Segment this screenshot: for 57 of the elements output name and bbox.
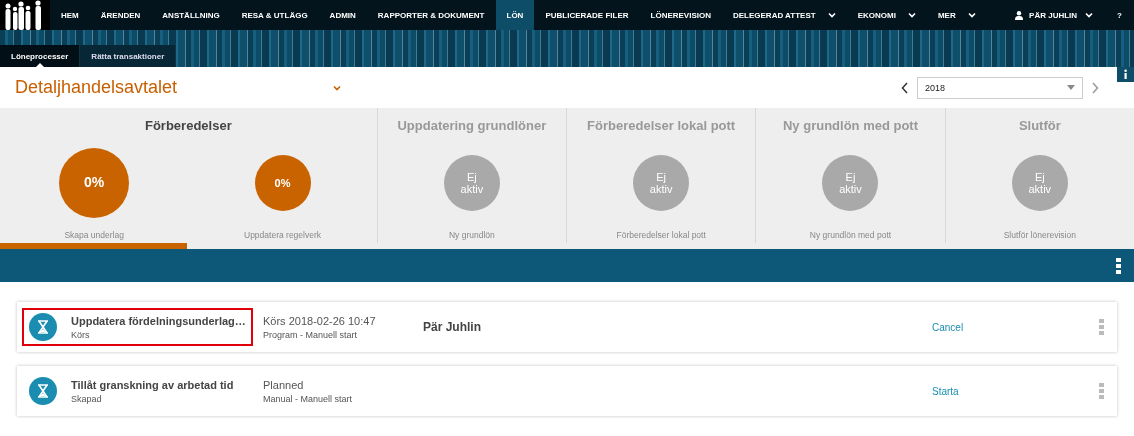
help-link[interactable]: ? (1103, 0, 1134, 30)
nav-tab[interactable]: MER (926, 0, 987, 30)
info-icon[interactable] (1117, 67, 1134, 82)
person-icon (1015, 10, 1024, 20)
task-status: Körs (71, 329, 91, 340)
nav-tab[interactable]: DELEGERAD ATTEST (721, 0, 847, 30)
task-schedule: Körs 2018-02-26 10:47 (263, 314, 377, 327)
progress-circle: Ej aktiv (633, 155, 690, 211)
task-status: Skapad (71, 393, 103, 404)
nav-tab[interactable]: ÄRENDEN (89, 0, 152, 30)
task-action-link[interactable]: Starta (932, 385, 959, 397)
hourglass-icon (29, 377, 57, 405)
stage-title: Förberedelser lokal pott (586, 118, 737, 135)
step-label: Skapa underlag (64, 230, 124, 240)
task-action-link[interactable]: Cancel (932, 321, 964, 333)
chevron-left-icon[interactable] (901, 81, 909, 94)
nav-tab[interactable]: ADMIN (318, 0, 367, 30)
nav-tab[interactable]: EKONOMI (846, 0, 927, 30)
stage-title: Ny grundlön med pott (781, 118, 919, 135)
caret-icon (1067, 85, 1075, 90)
step-label: Ny grundlön med pott (809, 230, 892, 240)
chevron-right-icon[interactable] (1091, 81, 1099, 94)
progress-circle: Ej aktiv (1011, 155, 1068, 211)
task-user: Pär Juhlin (423, 320, 481, 334)
chevron-down-icon (333, 84, 341, 91)
nav-tab[interactable]: LÖNEREVISION (639, 0, 722, 30)
task-title: Tillåt granskning av arbetad tid (71, 378, 234, 391)
more-options-icon[interactable] (1116, 257, 1121, 274)
sub-tab[interactable]: Löneprocesser (0, 45, 81, 67)
task-trigger: Manual - Manuell start (263, 393, 354, 404)
step-label: Ny grundlön (448, 230, 495, 240)
hourglass-icon (29, 313, 57, 341)
people-silhouette-logo (0, 0, 50, 30)
nav-tab[interactable]: PUBLICERADE FILER (534, 0, 640, 30)
progress-circle: 0% (59, 148, 130, 218)
step-label: Uppdatera regelverk (244, 230, 321, 240)
step-label: Slutför lönerevision (1003, 230, 1076, 240)
nav-tab[interactable]: RESA & UTLÄGG (230, 0, 319, 30)
stage-title: Förberedelser (144, 118, 233, 135)
progress-circle: 0% (254, 155, 311, 211)
task-schedule: Planned (263, 378, 305, 391)
sub-tab[interactable]: Rätta transaktioner (80, 45, 177, 67)
nav-tab[interactable]: RAPPORTER & DOKUMENT (366, 0, 496, 30)
progress-circle: Ej aktiv (443, 155, 500, 211)
nav-tab[interactable]: HEM (50, 0, 90, 30)
nav-tab[interactable]: LÖN (495, 0, 535, 30)
stage-title: Uppdatering grundlöner (396, 118, 548, 135)
step-label: Förberedelser lokal pott (616, 230, 706, 240)
agreement-dropdown[interactable]: Detaljhandelsavtalet (15, 77, 341, 98)
task-trigger: Program - Manuell start (263, 329, 359, 340)
user-menu[interactable]: PÄR JUHLIN (1003, 0, 1104, 30)
stage-title: Slutför (1017, 118, 1062, 135)
nav-tab[interactable]: ANSTÄLLNING (151, 0, 231, 30)
task-title: Uppdatera fördelningsunderlag… (71, 314, 246, 327)
caret-icon (1085, 12, 1094, 18)
progress-circle: Ej aktiv (822, 155, 879, 211)
year-select[interactable]: 2018 (917, 76, 1083, 99)
